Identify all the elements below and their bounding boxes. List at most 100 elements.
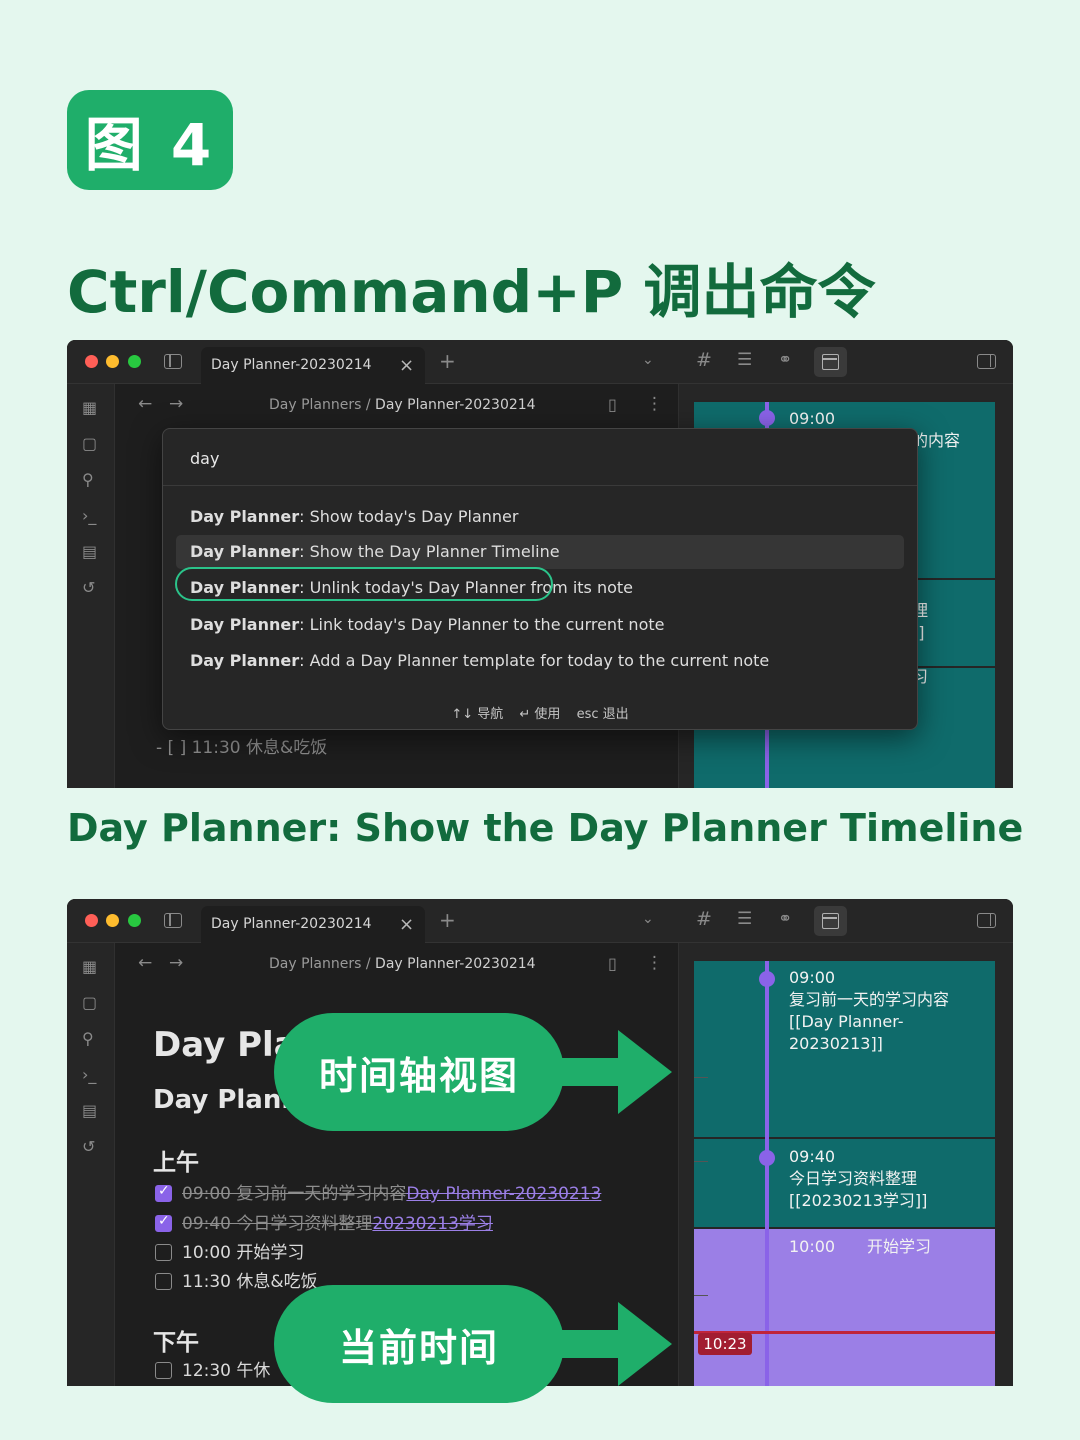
- task-item[interactable]: 09:40 今日学习资料整理20230213学习: [155, 1209, 493, 1234]
- sidebar-toggle-icon[interactable]: [164, 913, 182, 928]
- timeline-time: 10:00: [789, 1237, 836, 1256]
- close-icon[interactable]: ×: [399, 914, 414, 935]
- close-icon[interactable]: ×: [399, 355, 414, 376]
- task-item[interactable]: 10:00 开始学习: [155, 1238, 304, 1263]
- tab-title: Day Planner-20230214: [211, 357, 372, 373]
- obsidian-window-command-palette: Day Planner-20230214 × + ⌄ # ☰ ⚭ ▦ ▢ ⚲ ›…: [67, 340, 1013, 788]
- note-link[interactable]: 20230213学习: [372, 1214, 493, 1234]
- palette-footer: ↑↓ 导航 ↵ 使用 esc 退出: [163, 703, 917, 722]
- forward-arrow-icon[interactable]: →: [169, 394, 183, 414]
- close-window-button[interactable]: [85, 355, 98, 368]
- command-item[interactable]: Day Planner: Link today's Day Planner to…: [176, 608, 904, 642]
- list-icon[interactable]: ☰: [737, 352, 752, 369]
- file-icon[interactable]: ▢: [82, 993, 97, 1012]
- arrow-right-icon: [558, 1030, 672, 1114]
- timeline-dot: [759, 971, 775, 987]
- calendar-icon: [822, 354, 839, 370]
- history-icon[interactable]: ↺: [82, 1137, 95, 1156]
- timeline-time: 09:00: [789, 409, 836, 428]
- task-item[interactable]: 09:00 复习前一天的学习内容Day Planner-20230213: [155, 1179, 601, 1204]
- graph-icon[interactable]: ⚲: [82, 1029, 94, 1048]
- new-tab-icon[interactable]: +: [439, 351, 456, 371]
- timeline-text: 复习前一天的学习内容: [789, 990, 950, 1009]
- new-tab-icon[interactable]: +: [439, 910, 456, 930]
- right-sidebar-icon[interactable]: [977, 913, 996, 928]
- nav-hint: ↑↓ 导航: [451, 707, 504, 722]
- sidebar-toggle-icon[interactable]: [164, 354, 182, 369]
- timeline-text: 今日学习资料整理: [789, 1169, 918, 1188]
- checkbox[interactable]: [155, 1362, 172, 1379]
- file-icon[interactable]: ▢: [82, 434, 97, 453]
- command-item-selected[interactable]: Day Planner: Show the Day Planner Timeli…: [176, 535, 904, 569]
- grid-icon[interactable]: ▦: [82, 398, 97, 417]
- tag-icon[interactable]: #: [696, 351, 712, 370]
- checkbox[interactable]: [155, 1273, 172, 1290]
- terminal-icon[interactable]: ›_: [82, 506, 96, 525]
- link-icon[interactable]: ⚭: [778, 911, 792, 928]
- tab-day-planner[interactable]: Day Planner-20230214 ×: [201, 906, 425, 943]
- chevron-down-icon[interactable]: ⌄: [642, 353, 654, 367]
- timeline-text: 20230213]]: [789, 1034, 883, 1053]
- breadcrumb: Day Planners / Day Planner-20230214: [269, 397, 536, 413]
- timeline-text: [[Day Planner-: [789, 1012, 904, 1031]
- timeline-dot: [759, 410, 775, 426]
- calendar-icon: [822, 913, 839, 929]
- minimize-window-button[interactable]: [106, 355, 119, 368]
- template-icon[interactable]: ▤: [82, 1101, 97, 1120]
- command-item[interactable]: Day Planner: Show today's Day Planner: [176, 500, 904, 534]
- task-item[interactable]: 12:30 午休: [155, 1356, 270, 1381]
- maximize-window-button[interactable]: [128, 355, 141, 368]
- timeline-text: 开始学习: [867, 1237, 932, 1256]
- chevron-down-icon[interactable]: ⌄: [642, 912, 654, 926]
- nav-row: ← → Day Planners / Day Planner-20230214 …: [116, 943, 678, 983]
- reading-view-icon[interactable]: ▯: [608, 954, 617, 973]
- forward-arrow-icon[interactable]: →: [169, 953, 183, 973]
- checkbox-checked[interactable]: [155, 1183, 172, 1202]
- more-options-icon[interactable]: ⋮: [646, 394, 663, 414]
- right-sidebar-icon[interactable]: [977, 354, 996, 369]
- timeline-block-current[interactable]: [694, 1229, 995, 1386]
- template-icon[interactable]: ▤: [82, 542, 97, 561]
- terminal-icon[interactable]: ›_: [82, 1065, 96, 1084]
- note-link[interactable]: Day Planner-20230213: [406, 1184, 601, 1204]
- timeline-fragment: 的内容: [912, 431, 961, 450]
- timeline-text: [[20230213学习]]: [789, 1191, 928, 1210]
- breadcrumb: Day Planners / Day Planner-20230214: [269, 956, 536, 972]
- nav-row: ← → Day Planners / Day Planner-20230214 …: [116, 384, 678, 424]
- checkbox[interactable]: [155, 1244, 172, 1261]
- figure-badge: 图 4: [67, 90, 233, 190]
- minimize-window-button[interactable]: [106, 914, 119, 927]
- command-item[interactable]: Day Planner: Add a Day Planner template …: [176, 644, 904, 678]
- back-arrow-icon[interactable]: ←: [138, 953, 152, 973]
- left-ribbon: ▦ ▢ ⚲ ›_ ▤ ↺: [67, 384, 115, 788]
- arrow-right-icon: [558, 1302, 672, 1386]
- calendar-tab-button[interactable]: [814, 347, 847, 377]
- hour-tick: [694, 1295, 708, 1296]
- left-ribbon: ▦ ▢ ⚲ ›_ ▤ ↺: [67, 943, 115, 1386]
- checkbox-checked[interactable]: [155, 1213, 172, 1232]
- pane-divider[interactable]: [678, 943, 694, 1386]
- background-task-line: - [ ] 11:30 休息&吃饭: [156, 738, 328, 758]
- callout-timeline-view: 时间轴视图: [274, 1013, 564, 1131]
- timeline-dot: [759, 1150, 775, 1166]
- timeline-time: 09:00: [789, 968, 836, 987]
- tab-day-planner[interactable]: Day Planner-20230214 ×: [201, 347, 425, 384]
- command-search-input[interactable]: day: [190, 449, 219, 468]
- history-icon[interactable]: ↺: [82, 578, 95, 597]
- callout-current-time: 当前时间: [274, 1285, 564, 1403]
- graph-icon[interactable]: ⚲: [82, 470, 94, 489]
- list-icon[interactable]: ☰: [737, 911, 752, 928]
- back-arrow-icon[interactable]: ←: [138, 394, 152, 414]
- calendar-tab-button[interactable]: [814, 906, 847, 936]
- close-window-button[interactable]: [85, 914, 98, 927]
- tag-icon[interactable]: #: [696, 910, 712, 929]
- task-item[interactable]: 11:30 休息&吃饭: [155, 1267, 318, 1292]
- link-icon[interactable]: ⚭: [778, 352, 792, 369]
- current-time-label: 10:23: [698, 1333, 752, 1355]
- more-options-icon[interactable]: ⋮: [646, 953, 663, 973]
- reading-view-icon[interactable]: ▯: [608, 395, 617, 414]
- grid-icon[interactable]: ▦: [82, 957, 97, 976]
- section-heading-morning: 上午: [153, 1150, 199, 1176]
- command-palette: day Day Planner: Show today's Day Planne…: [162, 428, 918, 730]
- maximize-window-button[interactable]: [128, 914, 141, 927]
